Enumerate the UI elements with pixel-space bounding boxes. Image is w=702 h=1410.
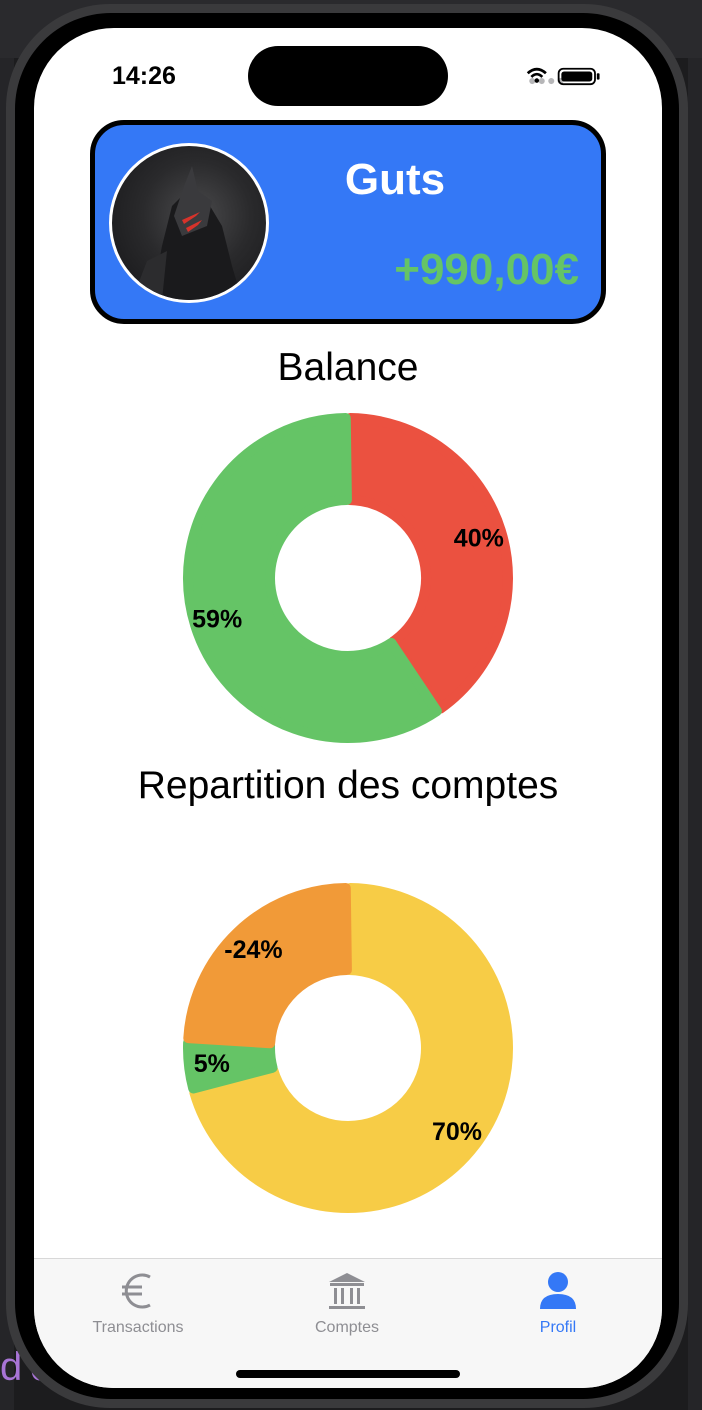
bank-icon <box>329 1273 365 1309</box>
tab-transactions[interactable]: Transactions <box>38 1269 238 1337</box>
person-icon <box>540 1272 576 1309</box>
slice-label: 40% <box>454 524 504 552</box>
dynamic-island <box>248 46 448 106</box>
battery-icon <box>557 67 600 86</box>
slice-label: 59% <box>192 606 242 634</box>
tab-bar: Transactions Comptes Profil <box>34 1258 662 1388</box>
balance-amount: +990,00€ <box>394 245 579 294</box>
euro-icon <box>122 1273 151 1309</box>
donut-slice <box>183 883 352 1049</box>
slice-label: -24% <box>224 936 282 964</box>
tab-label: Comptes <box>314 1319 380 1336</box>
user-name: Guts <box>344 155 446 204</box>
avatar-armor-image <box>132 166 242 300</box>
profile-card: Guts +990,00€ <box>90 120 606 324</box>
balance-title: Balance <box>277 346 419 389</box>
status-icons <box>526 67 600 86</box>
tab-profil[interactable]: Profil <box>458 1269 658 1337</box>
accounts-title: Repartition des comptes <box>137 764 559 807</box>
slice-label: 70% <box>432 1118 482 1146</box>
app-screen: 14:26 ●●●● Guts +990,00€ Balance 40%59% <box>34 28 662 1388</box>
balance-donut-chart: 40% 59% <box>183 413 513 743</box>
wifi-icon <box>526 67 547 83</box>
tab-comptes[interactable]: Comptes <box>247 1269 447 1337</box>
desktop-right-panel <box>688 58 702 1410</box>
tab-label: Profil <box>539 1319 577 1336</box>
avatar[interactable] <box>109 143 269 303</box>
status-time: 14:26 <box>112 62 176 90</box>
home-indicator <box>236 1370 460 1378</box>
tab-label: Transactions <box>92 1319 184 1336</box>
slice-label: 5% <box>194 1050 230 1078</box>
accounts-donut-chart: 70% 5% -24% <box>183 883 513 1213</box>
